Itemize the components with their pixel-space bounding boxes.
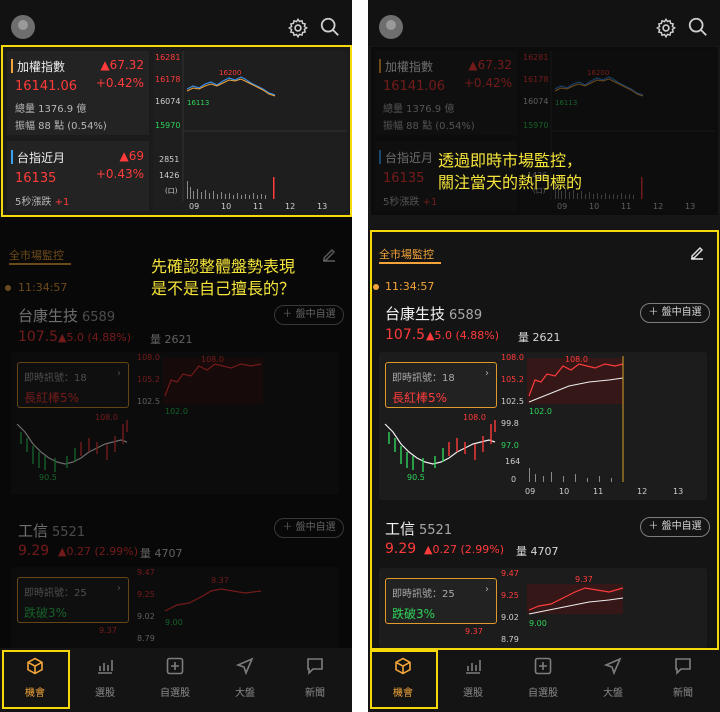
nav-label: 選股 <box>463 688 483 699</box>
nav-item-market[interactable]: 大盤 <box>578 648 648 712</box>
chart-icon <box>466 660 481 674</box>
navigation-icon <box>604 657 622 675</box>
chart-icon <box>98 660 113 674</box>
nav-label: 新聞 <box>305 688 325 699</box>
nav-item-screener[interactable]: 選股 <box>70 648 140 712</box>
plus-square-icon <box>534 657 552 675</box>
phone-screen-left: 加權指數 ▲67.32 16141.06 +0.42% 總量 1376.9 億 … <box>0 0 352 712</box>
nav-label: 大盤 <box>603 688 623 699</box>
nav-item-news[interactable]: 新聞 <box>648 648 718 712</box>
annotation-left: 先確認整體盤勢表現 是不是自己擅長的？ <box>150 257 295 298</box>
navigation-icon <box>236 657 254 675</box>
nav-item-watchlist[interactable]: 自選股 <box>508 648 578 712</box>
nav-item-news[interactable]: 新聞 <box>280 648 350 712</box>
nav-label: 大盤 <box>235 688 255 699</box>
plus-square-icon <box>166 657 184 675</box>
highlight-index-panel <box>1 45 352 217</box>
nav-label: 選股 <box>95 688 115 699</box>
top-bar <box>0 0 352 46</box>
annotation-right: 透過即時市場監控， 關注當天的熱門標的 <box>437 151 582 192</box>
search-icon[interactable] <box>319 16 341 38</box>
highlight-nav-opportunity <box>2 650 70 709</box>
nav-item-market[interactable]: 大盤 <box>210 648 280 712</box>
nav-label: 自選股 <box>528 688 558 699</box>
nav-label: 自選股 <box>160 688 190 699</box>
phone-screen-right: 加權指數 ▲67.32 16141.06 +0.42% 總量 1376.9 億 … <box>368 0 720 712</box>
avatar[interactable] <box>379 15 403 39</box>
nav-label: 新聞 <box>673 688 693 699</box>
avatar[interactable] <box>11 15 35 39</box>
gear-icon[interactable] <box>287 17 309 39</box>
message-icon <box>675 658 691 675</box>
highlight-nav-opportunity <box>370 650 438 709</box>
nav-item-watchlist[interactable]: 自選股 <box>140 648 210 712</box>
search-icon[interactable] <box>687 16 709 38</box>
nav-item-screener[interactable]: 選股 <box>438 648 508 712</box>
top-bar <box>368 0 720 46</box>
message-icon <box>307 658 323 675</box>
gear-icon[interactable] <box>655 17 677 39</box>
highlight-monitor <box>370 230 719 650</box>
